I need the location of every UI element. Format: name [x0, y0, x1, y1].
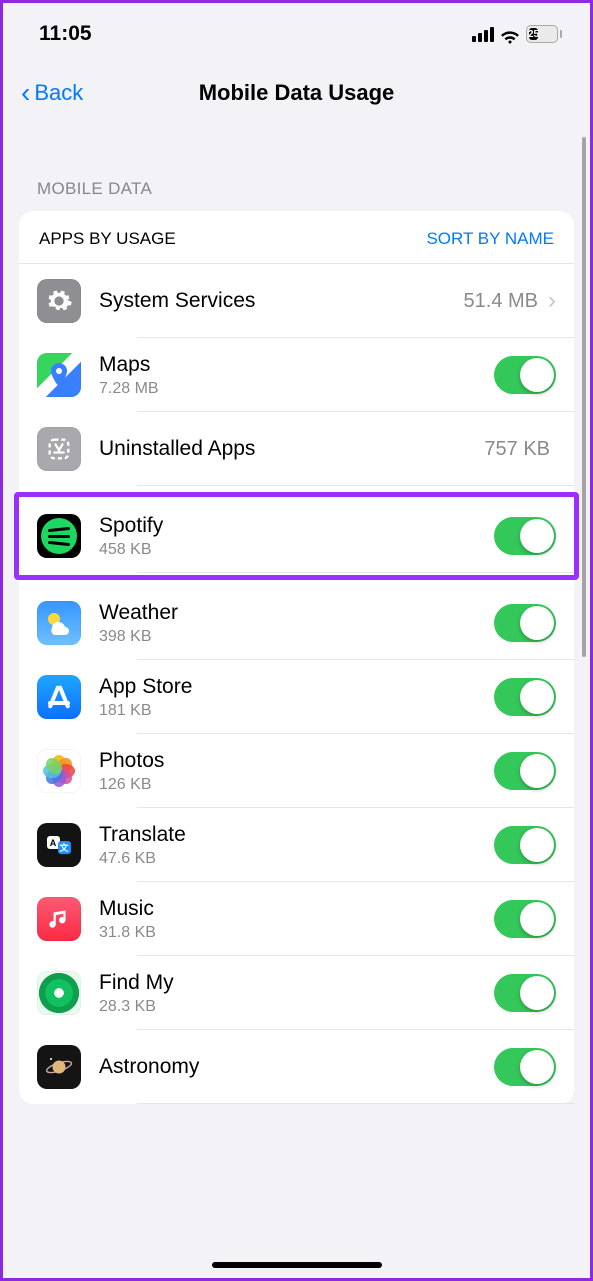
app-name: Astronomy [99, 1054, 494, 1080]
list-header-label: APPS BY USAGE [39, 229, 176, 249]
toggle-switch[interactable] [494, 678, 556, 716]
list-item: A文 Translate 47.6 KB [19, 808, 574, 882]
toggle-switch[interactable] [494, 974, 556, 1012]
wifi-icon [500, 27, 520, 42]
app-name: Find My [99, 970, 494, 996]
maps-app-icon [37, 353, 81, 397]
toggle-switch[interactable] [494, 752, 556, 790]
toggle-switch[interactable] [494, 826, 556, 864]
list-item: Weather 398 KB [19, 586, 574, 660]
settings-gear-icon [37, 279, 81, 323]
app-name: Translate [99, 822, 494, 848]
list-item: Spotify 458 KB [19, 499, 574, 573]
app-usage-subtext: 31.8 KB [99, 924, 494, 942]
page-title: Mobile Data Usage [3, 80, 590, 106]
battery-icon: 25 [526, 25, 562, 43]
usage-value: 51.4 MB [464, 290, 538, 313]
status-bar: 11:05 25 [3, 3, 590, 59]
home-indicator[interactable] [212, 1262, 382, 1268]
svg-text:文: 文 [58, 842, 69, 853]
list-item[interactable]: System Services 51.4 MB › [19, 264, 574, 338]
weather-app-icon [37, 601, 81, 645]
music-app-icon [37, 897, 81, 941]
sort-by-name-button[interactable]: SORT BY NAME [426, 229, 554, 249]
app-name: App Store [99, 674, 494, 700]
toggle-switch[interactable] [494, 356, 556, 394]
app-name: Weather [99, 600, 494, 626]
list-item: Uninstalled Apps 757 KB [19, 412, 574, 486]
toggle-switch[interactable] [494, 900, 556, 938]
app-name: Music [99, 896, 494, 922]
app-name: Photos [99, 748, 494, 774]
list-item: Photos 126 KB [19, 734, 574, 808]
app-name: Uninstalled Apps [99, 436, 484, 462]
app-usage-subtext: 7.28 MB [99, 380, 494, 398]
chevron-left-icon: ‹ [21, 79, 30, 107]
app-usage-subtext: 181 KB [99, 702, 494, 720]
toggle-switch[interactable] [494, 1048, 556, 1086]
uninstalled-apps-icon [37, 427, 81, 471]
app-usage-list: APPS BY USAGE SORT BY NAME System Servic… [19, 211, 574, 1104]
back-label: Back [34, 80, 83, 106]
app-usage-subtext: 458 KB [99, 541, 494, 559]
app-usage-subtext: 126 KB [99, 776, 494, 794]
section-header: MOBILE DATA [3, 125, 590, 211]
spotify-app-icon [37, 514, 81, 558]
photos-app-icon [37, 749, 81, 793]
toggle-switch[interactable] [494, 517, 556, 555]
navigation-bar: ‹ Back Mobile Data Usage [3, 59, 590, 125]
app-name: System Services [99, 288, 464, 314]
cellular-signal-icon [472, 27, 494, 42]
find-my-app-icon [37, 971, 81, 1015]
chevron-right-icon: › [548, 287, 556, 315]
app-usage-subtext: 47.6 KB [99, 850, 494, 868]
list-item: App Store 181 KB [19, 660, 574, 734]
list-item: Maps 7.28 MB [19, 338, 574, 412]
toggle-switch[interactable] [494, 604, 556, 642]
list-item: Find My 28.3 KB [19, 956, 574, 1030]
back-button[interactable]: ‹ Back [21, 79, 83, 107]
usage-value: 757 KB [484, 438, 550, 461]
svg-text:A: A [50, 838, 57, 848]
list-item: Astronomy [19, 1030, 574, 1104]
app-store-app-icon [37, 675, 81, 719]
app-name: Spotify [99, 513, 494, 539]
app-usage-subtext: 398 KB [99, 628, 494, 646]
app-usage-subtext: 28.3 KB [99, 998, 494, 1016]
translate-app-icon: A文 [37, 823, 81, 867]
app-name: Maps [99, 352, 494, 378]
list-item: Music 31.8 KB [19, 882, 574, 956]
astronomy-app-icon [37, 1045, 81, 1089]
scroll-indicator[interactable] [582, 137, 586, 657]
status-time: 11:05 [39, 22, 92, 46]
